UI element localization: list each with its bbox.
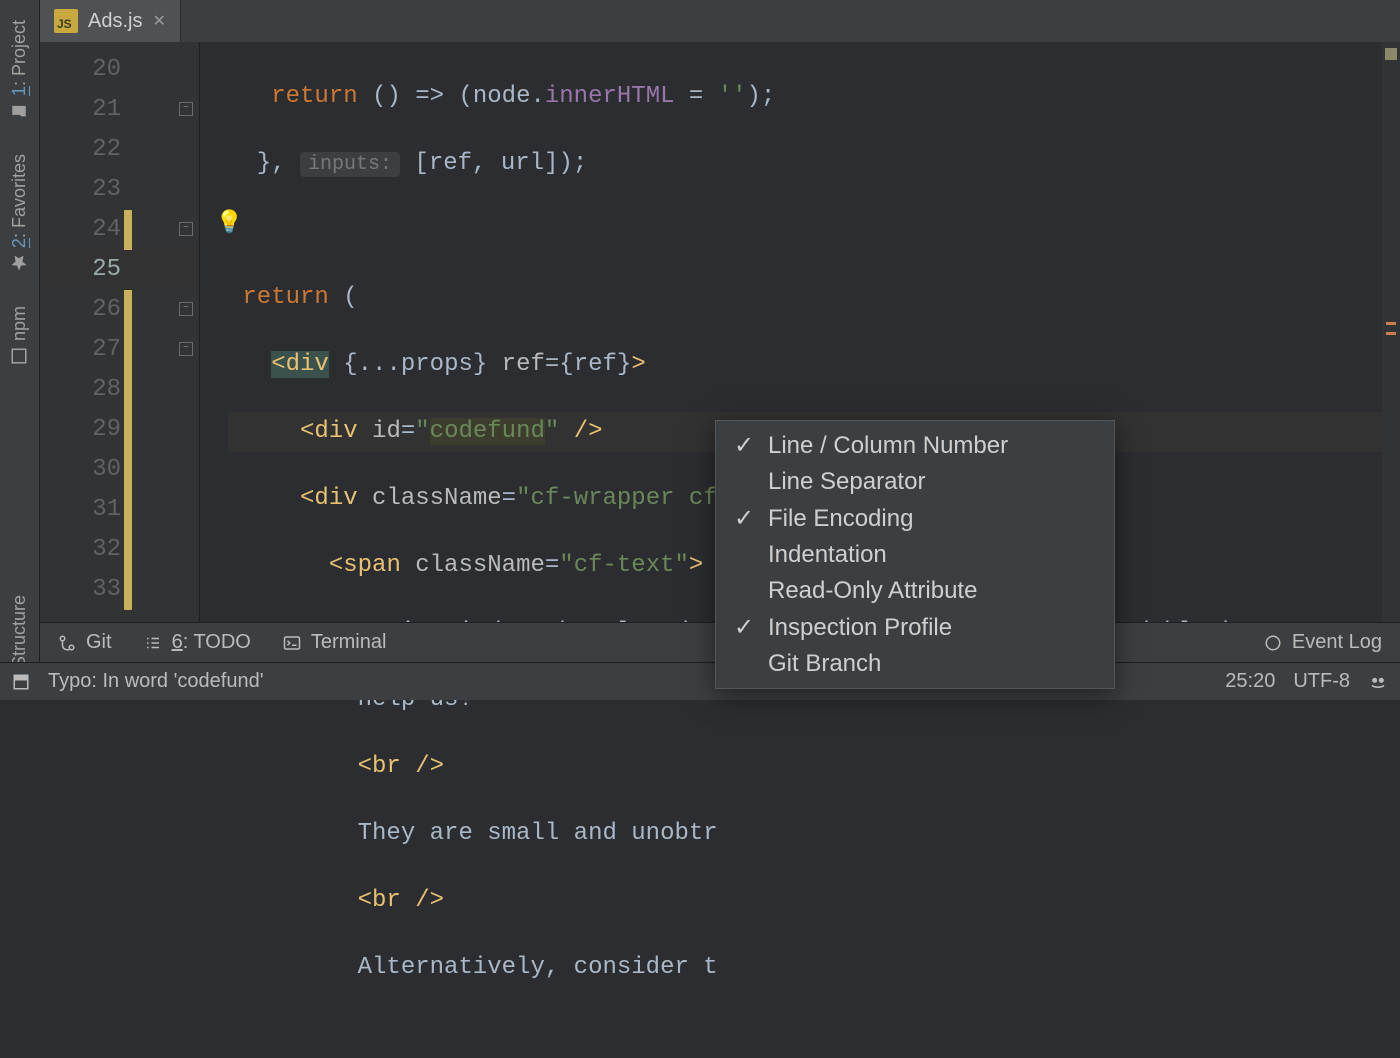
line-number: 29 <box>40 410 199 450</box>
event-log-icon <box>1264 634 1282 652</box>
gutter[interactable]: 💡 20 21− 22 23 24− 25 26− 27− 28 29 30 3… <box>40 42 200 622</box>
file-tab[interactable]: JS Ads.js ✕ <box>40 0 181 42</box>
line-number: 33 <box>40 570 199 610</box>
inspection-indicator[interactable] <box>1385 48 1397 60</box>
event-log-button[interactable]: Event Log <box>1264 631 1382 654</box>
inlay-hint: inputs: <box>300 152 400 177</box>
fold-icon[interactable]: − <box>179 302 193 316</box>
fold-icon[interactable]: − <box>179 102 193 116</box>
line-number: 22 <box>40 130 199 170</box>
list-icon <box>144 634 162 652</box>
npm-tab-label: npm <box>9 306 30 341</box>
menu-item-git-branch[interactable]: Git Branch <box>716 646 1114 682</box>
intention-bulb-icon[interactable]: 💡 <box>216 210 243 236</box>
close-icon[interactable]: ✕ <box>152 11 165 31</box>
menu-item-inspection-profile[interactable]: ✓Inspection Profile <box>716 609 1114 646</box>
line-number: 26− <box>40 290 199 330</box>
menu-item-line-column[interactable]: ✓Line / Column Number <box>716 427 1114 464</box>
check-icon: ✓ <box>734 613 754 642</box>
line-number: 25 <box>40 250 199 290</box>
star-icon <box>11 254 29 272</box>
fold-icon[interactable]: − <box>179 342 193 356</box>
status-message: Typo: In word 'codefund' <box>48 670 264 693</box>
favorites-tool-tab[interactable]: 2: Favorites <box>9 142 30 284</box>
menu-item-line-separator[interactable]: Line Separator <box>716 464 1114 500</box>
todo-tool-button[interactable]: 6: TODO <box>144 631 251 654</box>
terminal-icon <box>283 634 301 652</box>
menu-item-read-only[interactable]: Read-Only Attribute <box>716 573 1114 609</box>
line-number: 32 <box>40 530 199 570</box>
favorites-tab-label: Favorites <box>9 154 29 228</box>
line-number: 31 <box>40 490 199 530</box>
fold-icon[interactable]: − <box>179 222 193 236</box>
inspection-icon[interactable] <box>1368 672 1388 692</box>
status-bar: Typo: In word 'codefund' 25:20 UTF-8 <box>0 662 1400 700</box>
file-encoding[interactable]: UTF-8 <box>1293 670 1350 693</box>
project-tab-label: Project <box>9 20 29 76</box>
caret-position[interactable]: 25:20 <box>1225 670 1275 693</box>
line-number: 30 <box>40 450 199 490</box>
warning-marker[interactable] <box>1386 322 1396 325</box>
file-tab-label: Ads.js <box>88 10 142 33</box>
js-file-icon: JS <box>54 9 78 33</box>
tool-windows-toggle[interactable] <box>12 673 30 691</box>
error-stripe[interactable] <box>1382 42 1400 622</box>
terminal-tool-button[interactable]: Terminal <box>283 631 387 654</box>
tool-window-bar: 1: Project 2: Favorites npm 7: Structure <box>0 0 40 700</box>
line-number: 28 <box>40 370 199 410</box>
line-number: 27− <box>40 330 199 370</box>
git-branch-icon <box>58 634 76 652</box>
git-tool-button[interactable]: Git <box>58 631 112 654</box>
menu-item-file-encoding[interactable]: ✓File Encoding <box>716 500 1114 537</box>
npm-tool-tab[interactable]: npm <box>9 294 30 377</box>
favorites-tab-number: 2 <box>9 238 29 248</box>
line-number: 20 <box>40 50 199 90</box>
warning-marker[interactable] <box>1386 332 1396 335</box>
structure-tab-label: Structure <box>9 595 29 668</box>
status-bar-context-menu: ✓Line / Column Number Line Separator ✓Fi… <box>715 420 1115 689</box>
npm-icon <box>11 347 29 365</box>
project-tool-tab[interactable]: 1: Project <box>9 8 30 132</box>
menu-item-indentation[interactable]: Indentation <box>716 537 1114 573</box>
folder-icon <box>11 102 29 120</box>
line-number: 21− <box>40 90 199 130</box>
check-icon: ✓ <box>734 504 754 533</box>
line-number: 23 <box>40 170 199 210</box>
check-icon: ✓ <box>734 431 754 460</box>
line-number: 24− <box>40 210 199 250</box>
editor-tabs: JS Ads.js ✕ <box>40 0 1400 42</box>
project-tab-number: 1 <box>9 86 29 96</box>
